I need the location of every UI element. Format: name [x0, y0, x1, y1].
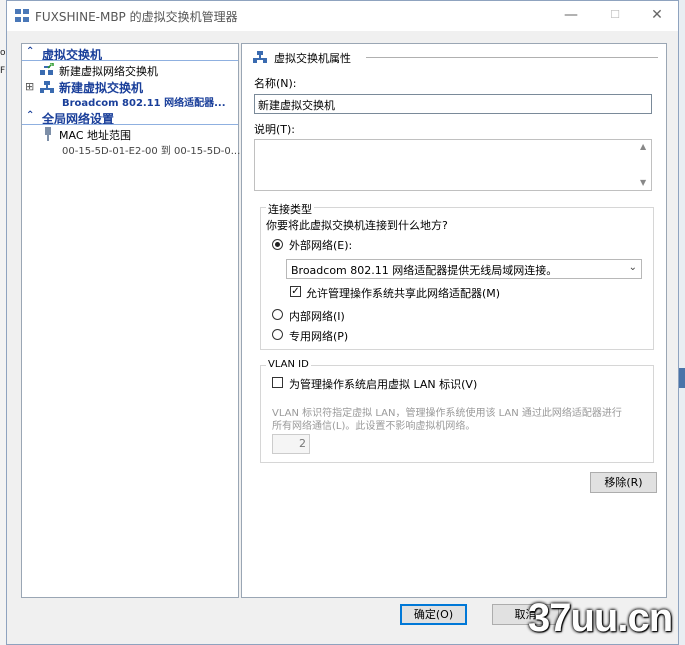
internal-network-radio[interactable] [272, 309, 283, 320]
external-network-radio[interactable] [272, 239, 283, 250]
expand-icon[interactable]: ⊞ [25, 80, 34, 93]
connection-question: 你要将此虚拟交换机连接到什么地方? [266, 219, 448, 232]
watermark-logo: 37uu.cn [528, 596, 673, 640]
private-network-label[interactable]: 专用网络(P) [289, 328, 348, 344]
navigation-pane: ⌃ 虚拟交换机 新建虚拟网络交换机 ⊞ 新建虚拟交换机 Broadcom 802… [21, 43, 241, 598]
scroll-down-icon[interactable]: ▼ [640, 178, 646, 187]
enable-vlan-label[interactable]: 为管理操作系统启用虚拟 LAN 标识(V) [289, 376, 477, 392]
switch-adapter: Broadcom 802.11 网络适配器... [62, 98, 226, 109]
new-virtual-switch-item[interactable]: 新建虚拟网络交换机 [59, 63, 158, 79]
notes-textarea[interactable] [254, 139, 652, 191]
network-adapter-select[interactable]: Broadcom 802.11 网络适配器提供无线局域网连接。 ⌄ [286, 259, 642, 279]
mac-address-range-item[interactable]: MAC 地址范围 [59, 127, 131, 143]
network-switch-icon [253, 51, 267, 63]
properties-header: 虚拟交换机属性 [274, 52, 351, 65]
vlan-title: VLAN ID [266, 359, 311, 370]
title-bar[interactable]: FUXSHINE-MBP 的虚拟交换机管理器 — ☐ ✕ [7, 1, 678, 31]
collapse-icon[interactable]: ⌃ [26, 46, 34, 57]
window-title: FUXSHINE-MBP 的虚拟交换机管理器 [35, 10, 238, 24]
external-network-label[interactable]: 外部网络(E): [289, 237, 352, 253]
network-switch-icon [40, 81, 54, 93]
switch-item-selected[interactable]: ⊞ 新建虚拟交换机 Broadcom 802.11 网络适配器... [22, 78, 238, 109]
remove-button[interactable]: 移除(R) [590, 472, 657, 493]
section-virtual-switches[interactable]: ⌃ 虚拟交换机 [22, 46, 238, 62]
properties-pane: 虚拟交换机属性 名称(N): 新建虚拟交换机 说明(T): ▲ ▼ 连接类型 你… [241, 43, 667, 598]
new-switch-icon [40, 63, 54, 75]
scroll-up-icon[interactable]: ▲ [640, 142, 646, 151]
allow-share-label[interactable]: 允许管理操作系统共享此网络适配器(M) [306, 285, 500, 301]
name-input[interactable]: 新建虚拟交换机 [254, 94, 652, 114]
name-label: 名称(N): [254, 77, 297, 90]
collapse-icon[interactable]: ⌃ [26, 110, 34, 121]
allow-share-checkbox[interactable]: ✓ [290, 286, 301, 297]
mac-address-icon [45, 127, 51, 141]
minimize-button[interactable]: — [553, 5, 589, 25]
virtual-switch-manager-window: FUXSHINE-MBP 的虚拟交换机管理器 — ☐ ✕ ⌃ 虚拟交换机 新建虚… [6, 0, 679, 645]
vlan-description-cont: 所有网络通信(L)。此设置不影响虚拟机网络。 [272, 421, 476, 432]
mac-address-range-value: 00-15-5D-01-E2-00 到 00-15-5D-0... [62, 146, 241, 157]
vlan-id-input[interactable]: 2 [272, 434, 310, 454]
header-divider [366, 57, 658, 58]
chevron-down-icon: ⌄ [628, 262, 637, 273]
internal-network-label[interactable]: 内部网络(I) [289, 308, 345, 324]
private-network-radio[interactable] [272, 329, 283, 340]
connection-type-title: 连接类型 [266, 201, 314, 217]
section-global-network-settings[interactable]: ⌃ 全局网络设置 [22, 110, 238, 126]
enable-vlan-checkbox[interactable] [272, 377, 283, 388]
switch-manager-icon [15, 9, 29, 22]
close-button[interactable]: ✕ [639, 5, 675, 25]
notes-label: 说明(T): [254, 123, 296, 136]
maximize-button[interactable]: ☐ [597, 5, 633, 25]
ok-button[interactable]: 确定(O) [400, 604, 467, 625]
